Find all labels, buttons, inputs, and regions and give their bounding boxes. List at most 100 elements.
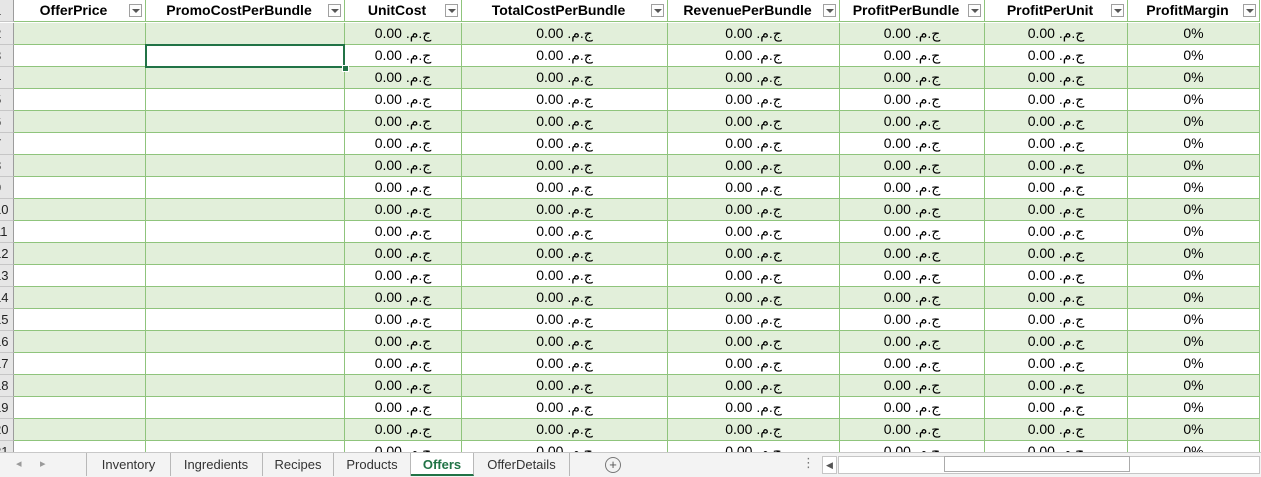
column-header-profit_margin[interactable]: ProfitMargin: [1128, 0, 1260, 22]
cell-revenue[interactable]: 0.00 ج.م.‏: [668, 397, 840, 419]
tab-inventory[interactable]: Inventory: [86, 453, 171, 476]
add-sheet-icon[interactable]: +: [605, 457, 621, 473]
cell-unit_cost[interactable]: 0.00 ج.م.‏: [345, 45, 462, 67]
cell-profit_margin[interactable]: 0%: [1128, 221, 1260, 243]
cell-unit_cost[interactable]: 0.00 ج.م.‏: [345, 419, 462, 441]
cell-offer_price[interactable]: [14, 441, 146, 452]
cell-profit_bundle[interactable]: 0.00 ج.م.‏: [840, 243, 985, 265]
cell-profit_bundle[interactable]: 0.00 ج.م.‏: [840, 133, 985, 155]
cell-offer_price[interactable]: [14, 331, 146, 353]
cell-total_cost[interactable]: 0.00 ج.م.‏: [462, 133, 668, 155]
filter-dropdown-icon[interactable]: [445, 4, 458, 17]
column-header-profit_bundle[interactable]: ProfitPerBundle: [840, 0, 985, 22]
row-number[interactable]: 13: [0, 265, 14, 287]
row-number[interactable]: 4: [0, 67, 14, 89]
row-number[interactable]: 21: [0, 441, 14, 452]
row-number[interactable]: 20: [0, 419, 14, 441]
cell-profit_margin[interactable]: 0%: [1128, 441, 1260, 452]
row-number[interactable]: 9: [0, 177, 14, 199]
fill-handle[interactable]: [342, 65, 349, 72]
cell-profit_margin[interactable]: 0%: [1128, 199, 1260, 221]
cell-profit_unit[interactable]: 0.00 ج.م.‏: [985, 111, 1128, 133]
row-number[interactable]: 7: [0, 133, 14, 155]
cell-total_cost[interactable]: 0.00 ج.م.‏: [462, 331, 668, 353]
row-number[interactable]: 17: [0, 353, 14, 375]
cell-unit_cost[interactable]: 0.00 ج.م.‏: [345, 397, 462, 419]
cell-offer_price[interactable]: [14, 309, 146, 331]
tab-offerdetails[interactable]: OfferDetails: [474, 453, 570, 476]
cell-total_cost[interactable]: 0.00 ج.م.‏: [462, 67, 668, 89]
cell-profit_bundle[interactable]: 0.00 ج.م.‏: [840, 199, 985, 221]
cell-offer_price[interactable]: [14, 67, 146, 89]
cell-profit_margin[interactable]: 0%: [1128, 419, 1260, 441]
row-number[interactable]: 16: [0, 331, 14, 353]
cell-profit_unit[interactable]: 0.00 ج.م.‏: [985, 23, 1128, 45]
cell-profit_unit[interactable]: 0.00 ج.م.‏: [985, 243, 1128, 265]
cell-revenue[interactable]: 0.00 ج.م.‏: [668, 89, 840, 111]
cell-promo_cost[interactable]: [146, 45, 345, 67]
cell-profit_bundle[interactable]: 0.00 ج.م.‏: [840, 375, 985, 397]
cell-profit_unit[interactable]: 0.00 ج.م.‏: [985, 397, 1128, 419]
cell-profit_margin[interactable]: 0%: [1128, 287, 1260, 309]
tab-recipes[interactable]: Recipes: [263, 453, 334, 476]
cell-unit_cost[interactable]: 0.00 ج.م.‏: [345, 155, 462, 177]
row-number[interactable]: 14: [0, 287, 14, 309]
cell-offer_price[interactable]: [14, 419, 146, 441]
cell-promo_cost[interactable]: [146, 287, 345, 309]
cell-profit_unit[interactable]: 0.00 ج.م.‏: [985, 199, 1128, 221]
cell-revenue[interactable]: 0.00 ج.م.‏: [668, 375, 840, 397]
spreadsheet-grid[interactable]: 1 OfferPrice PromoCostPerBundle UnitCost Tot…: [0, 0, 1261, 452]
cell-unit_cost[interactable]: 0.00 ج.م.‏: [345, 265, 462, 287]
cell-profit_bundle[interactable]: 0.00 ج.م.‏: [840, 265, 985, 287]
cell-unit_cost[interactable]: 0.00 ج.م.‏: [345, 89, 462, 111]
cell-revenue[interactable]: 0.00 ج.م.‏: [668, 199, 840, 221]
cell-profit_margin[interactable]: 0%: [1128, 309, 1260, 331]
cell-total_cost[interactable]: 0.00 ج.م.‏: [462, 177, 668, 199]
cell-unit_cost[interactable]: 0.00 ج.م.‏: [345, 133, 462, 155]
cell-profit_bundle[interactable]: 0.00 ج.م.‏: [840, 89, 985, 111]
cell-profit_unit[interactable]: 0.00 ج.م.‏: [985, 331, 1128, 353]
cell-total_cost[interactable]: 0.00 ج.م.‏: [462, 89, 668, 111]
cell-unit_cost[interactable]: 0.00 ج.م.‏: [345, 243, 462, 265]
row-number[interactable]: 8: [0, 155, 14, 177]
cell-unit_cost[interactable]: 0.00 ج.م.‏: [345, 177, 462, 199]
cell-unit_cost[interactable]: 0.00 ج.م.‏: [345, 221, 462, 243]
row-number[interactable]: 1: [0, 0, 14, 22]
cell-offer_price[interactable]: [14, 287, 146, 309]
cell-profit_bundle[interactable]: 0.00 ج.م.‏: [840, 155, 985, 177]
cell-profit_bundle[interactable]: 0.00 ج.م.‏: [840, 67, 985, 89]
cell-offer_price[interactable]: [14, 155, 146, 177]
cell-profit_bundle[interactable]: 0.00 ج.م.‏: [840, 287, 985, 309]
cell-total_cost[interactable]: 0.00 ج.م.‏: [462, 23, 668, 45]
cell-revenue[interactable]: 0.00 ج.م.‏: [668, 23, 840, 45]
filter-dropdown-icon[interactable]: [823, 4, 836, 17]
row-number[interactable]: 5: [0, 89, 14, 111]
tab-offers[interactable]: Offers: [411, 453, 474, 476]
cell-promo_cost[interactable]: [146, 243, 345, 265]
cell-promo_cost[interactable]: [146, 397, 345, 419]
filter-dropdown-icon[interactable]: [1243, 4, 1256, 17]
cell-profit_bundle[interactable]: 0.00 ج.م.‏: [840, 331, 985, 353]
cell-offer_price[interactable]: [14, 177, 146, 199]
cell-offer_price[interactable]: [14, 397, 146, 419]
cell-offer_price[interactable]: [14, 243, 146, 265]
cell-profit_bundle[interactable]: 0.00 ج.م.‏: [840, 177, 985, 199]
cell-profit_margin[interactable]: 0%: [1128, 133, 1260, 155]
cell-promo_cost[interactable]: [146, 23, 345, 45]
cell-offer_price[interactable]: [14, 199, 146, 221]
cell-revenue[interactable]: 0.00 ج.م.‏: [668, 309, 840, 331]
cell-promo_cost[interactable]: [146, 419, 345, 441]
filter-dropdown-icon[interactable]: [328, 4, 341, 17]
cell-unit_cost[interactable]: 0.00 ج.م.‏: [345, 67, 462, 89]
row-number[interactable]: 2: [0, 23, 14, 45]
row-number[interactable]: 6: [0, 111, 14, 133]
cell-promo_cost[interactable]: [146, 309, 345, 331]
cell-promo_cost[interactable]: [146, 221, 345, 243]
cell-unit_cost[interactable]: 0.00 ج.م.‏: [345, 331, 462, 353]
cell-profit_margin[interactable]: 0%: [1128, 177, 1260, 199]
cell-profit_margin[interactable]: 0%: [1128, 353, 1260, 375]
tab-ingredients[interactable]: Ingredients: [170, 453, 263, 476]
cell-promo_cost[interactable]: [146, 177, 345, 199]
cell-total_cost[interactable]: 0.00 ج.م.‏: [462, 45, 668, 67]
cell-profit_margin[interactable]: 0%: [1128, 265, 1260, 287]
